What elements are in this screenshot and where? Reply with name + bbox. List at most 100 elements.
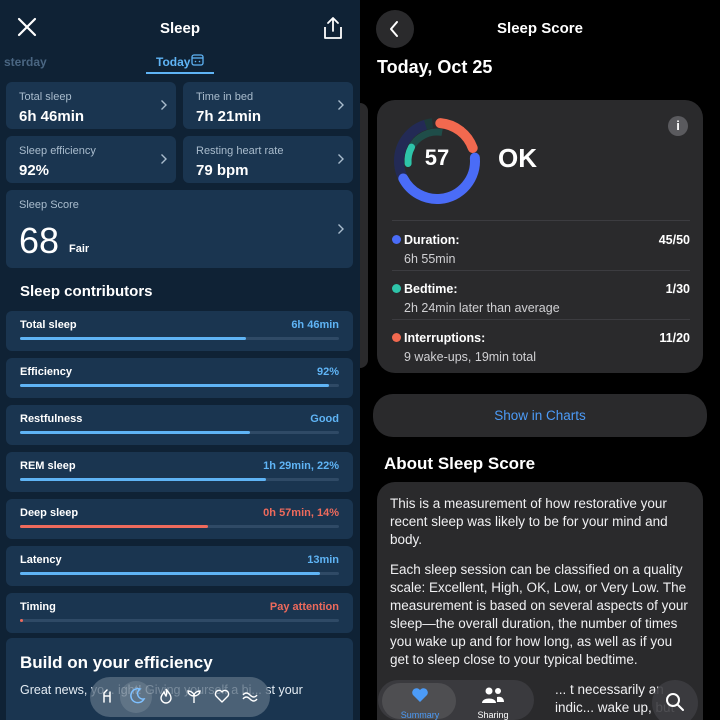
- contributor-label: Latency: [20, 554, 62, 566]
- metric-detail: 9 wake-ups, 19min total: [404, 350, 537, 364]
- stat-value: 6h 46min: [19, 108, 85, 125]
- contributor-value: 92%: [316, 366, 339, 378]
- section-title: Sleep contributors: [20, 283, 153, 300]
- divider: [392, 270, 690, 271]
- previous-card-peek[interactable]: [360, 103, 368, 368]
- progress-track: [20, 337, 339, 340]
- contributor-value: Good: [310, 413, 339, 425]
- stat-value: 79 bpm: [196, 162, 249, 179]
- duration-dot: [392, 235, 401, 244]
- tab-summary[interactable]: Summary: [385, 684, 455, 720]
- divider: [392, 220, 690, 221]
- score-label: Sleep Score: [19, 199, 79, 211]
- page-title: Sleep: [159, 20, 201, 37]
- divider: [392, 319, 690, 320]
- stat-card-total-sleep[interactable]: Total sleep 6h 46min: [6, 82, 176, 129]
- contributor-label: REM sleep: [20, 460, 76, 472]
- contributor-value: 6h 46min: [291, 319, 339, 331]
- metric-detail: 6h 55min: [404, 252, 456, 266]
- contributor-row[interactable]: Efficiency 92%: [6, 358, 353, 398]
- heart-icon[interactable]: [213, 687, 231, 705]
- progress-track: [20, 478, 339, 481]
- tab-today[interactable]: Today: [156, 55, 190, 69]
- score-rating: Fair: [69, 243, 90, 255]
- share-icon[interactable]: [322, 16, 344, 40]
- heart-icon: [412, 688, 428, 702]
- search-button[interactable]: [652, 680, 698, 720]
- info-icon[interactable]: i: [668, 116, 688, 136]
- chevron-right-icon: [161, 154, 167, 164]
- interruptions-dot: [392, 333, 401, 342]
- stat-value: 92%: [19, 162, 50, 179]
- page-title: Sleep Score: [497, 20, 583, 37]
- active-tab-indicator: [146, 72, 214, 74]
- stat-card-sleep-efficiency[interactable]: Sleep efficiency 92%: [6, 136, 176, 183]
- tab-bar: Summary Sharing: [378, 680, 534, 720]
- progress-fill: [20, 384, 330, 387]
- activity-icon[interactable]: [101, 687, 119, 705]
- tab-sharing[interactable]: Sharing: [458, 684, 528, 720]
- contributor-label: Efficiency: [20, 366, 72, 378]
- contributor-label: Deep sleep: [20, 507, 79, 519]
- contributor-row[interactable]: Latency 13min: [6, 546, 353, 586]
- tab-label: Sharing: [477, 710, 509, 720]
- tip-title: Build on your efficiency: [20, 653, 213, 672]
- about-title: About Sleep Score: [384, 454, 536, 473]
- contributor-value: 0h 57min, 14%: [263, 507, 339, 519]
- calendar-icon[interactable]: [191, 53, 204, 66]
- contributor-row[interactable]: Total sleep 6h 46min: [6, 311, 353, 351]
- tab-label: Summary: [400, 710, 440, 720]
- contributor-value: Pay attention: [269, 601, 339, 613]
- score-rating: OK: [498, 143, 537, 173]
- score-summary-card: i 57 OK Duration: 6h 55min 45/50 Bedtime…: [377, 100, 703, 373]
- metric-score: 1/30: [665, 282, 690, 296]
- progress-track: [20, 619, 339, 622]
- progress-fill: [20, 572, 320, 575]
- stat-card-time-in-bed[interactable]: Time in bed 7h 21min: [183, 82, 353, 129]
- contributor-row[interactable]: Timing Pay attention: [6, 593, 353, 633]
- progress-fill: [20, 525, 209, 528]
- stat-label: Total sleep: [19, 91, 72, 103]
- stat-label: Resting heart rate: [196, 145, 284, 157]
- tab-yesterday[interactable]: sterday: [4, 55, 47, 69]
- progress-track: [20, 525, 339, 528]
- wave-icon[interactable]: [241, 687, 259, 705]
- stat-label: Sleep efficiency: [19, 145, 96, 157]
- sleep-score-card[interactable]: Sleep Score 68 Fair: [6, 190, 353, 268]
- search-icon: [666, 693, 684, 711]
- metric-score: 11/20: [659, 331, 690, 345]
- chevron-right-icon: [161, 100, 167, 110]
- sleep-header: Sleep: [0, 0, 360, 56]
- contributor-value: 1h 29min, 22%: [263, 460, 339, 472]
- chevron-right-icon: [338, 154, 344, 164]
- contributor-label: Total sleep: [20, 319, 77, 331]
- progress-fill: [20, 337, 247, 340]
- progress-fill: [20, 431, 250, 434]
- bottom-dock: [90, 677, 270, 717]
- progress-track: [20, 572, 339, 575]
- sleep-score-detail-panel: Sleep Score Today, Oct 25 i 57 OK Durati…: [360, 0, 720, 720]
- contributor-label: Timing: [20, 601, 56, 613]
- progress-track: [20, 431, 339, 434]
- score-value: 68: [19, 220, 60, 261]
- contributor-row[interactable]: REM sleep 1h 29min, 22%: [6, 452, 353, 492]
- contributor-row[interactable]: Restfulness Good: [6, 405, 353, 445]
- bedtime-dot: [392, 284, 401, 293]
- show-in-charts-button[interactable]: Show in Charts: [373, 394, 707, 437]
- people-icon: [482, 687, 504, 703]
- about-paragraph: Each sleep session can be classified on …: [390, 562, 688, 667]
- moon-icon[interactable]: [128, 687, 146, 705]
- progress-track: [20, 384, 339, 387]
- flame-icon[interactable]: [157, 687, 175, 705]
- stat-value: 7h 21min: [196, 108, 262, 125]
- stat-card-resting-heart-rate[interactable]: Resting heart rate 79 bpm: [183, 136, 353, 183]
- date-heading: Today, Oct 25: [377, 57, 493, 77]
- metric-interruptions: Interruptions: 9 wake-ups, 19min total 1…: [392, 326, 690, 376]
- metric-label: Bedtime:: [404, 282, 458, 296]
- progress-fill: [20, 619, 23, 622]
- stat-label: Time in bed: [196, 91, 254, 103]
- contributor-row[interactable]: Deep sleep 0h 57min, 14%: [6, 499, 353, 539]
- plant-icon[interactable]: [185, 687, 203, 705]
- chevron-right-icon: [338, 224, 344, 234]
- contributor-value: 13min: [307, 554, 339, 566]
